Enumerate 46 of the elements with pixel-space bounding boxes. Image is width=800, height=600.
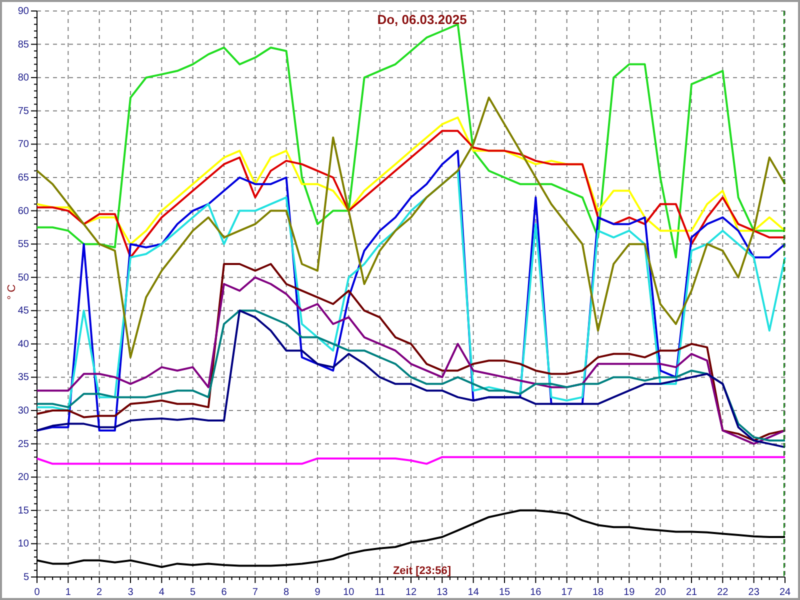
y-tick-label: 75 <box>18 106 29 117</box>
y-tick-label: 85 <box>18 39 29 50</box>
x-tick-label: 15 <box>498 587 510 598</box>
x-tick-label: 12 <box>405 587 417 598</box>
x-tick-label: 16 <box>530 587 542 598</box>
x-tick-label: 3 <box>128 587 134 598</box>
y-tick-label: 50 <box>18 272 29 284</box>
x-tick-label: 1 <box>65 587 71 598</box>
y-tick-label: 55 <box>18 239 29 250</box>
x-axis-label: Zeit [23:56] <box>392 565 452 577</box>
x-tick-label: 2 <box>96 587 102 598</box>
x-tick-label: 6 <box>221 587 227 598</box>
x-tick-label: 20 <box>654 587 666 598</box>
x-tick-label: 19 <box>624 587 635 598</box>
y-tick-label: 5 <box>23 572 29 583</box>
y-tick-label: 20 <box>18 472 29 484</box>
x-tick-label: 5 <box>190 587 196 598</box>
y-tick-label: 40 <box>18 338 29 350</box>
y-tick-label: 65 <box>18 172 29 184</box>
x-tick-label: 7 <box>252 587 258 598</box>
x-tick-label: 23 <box>748 587 760 598</box>
x-tick-label: 18 <box>592 587 604 598</box>
x-tick-label: 14 <box>468 587 479 598</box>
x-tick-label: 13 <box>436 587 448 598</box>
x-tick-label: 22 <box>717 587 728 598</box>
y-tick-label: 45 <box>18 306 29 317</box>
chart-title: Do, 06.03.2025 <box>377 12 467 27</box>
x-tick-label: 9 <box>314 587 320 598</box>
x-tick-label: 8 <box>284 587 290 598</box>
y-tick-label: 30 <box>18 406 29 417</box>
x-tick-label: 0 <box>34 587 40 598</box>
y-tick-label: 15 <box>18 505 29 516</box>
y-tick-label: 25 <box>18 438 29 450</box>
x-tick-label: 24 <box>779 587 791 598</box>
y-tick-label: 60 <box>18 206 29 217</box>
y-tick-label: 90 <box>18 6 29 17</box>
x-tick-label: 21 <box>686 587 698 598</box>
x-tick-label: 10 <box>343 587 354 598</box>
x-tick-label: 11 <box>374 587 386 598</box>
y-tick-label: 35 <box>18 372 29 384</box>
y-tick-label: 70 <box>18 139 29 150</box>
x-tick-label: 17 <box>561 587 572 598</box>
y-tick-label: 10 <box>18 538 29 550</box>
y-axis-label: ° C <box>6 284 18 300</box>
y-tick-label: 80 <box>18 72 29 84</box>
x-tick-label: 4 <box>158 587 164 598</box>
